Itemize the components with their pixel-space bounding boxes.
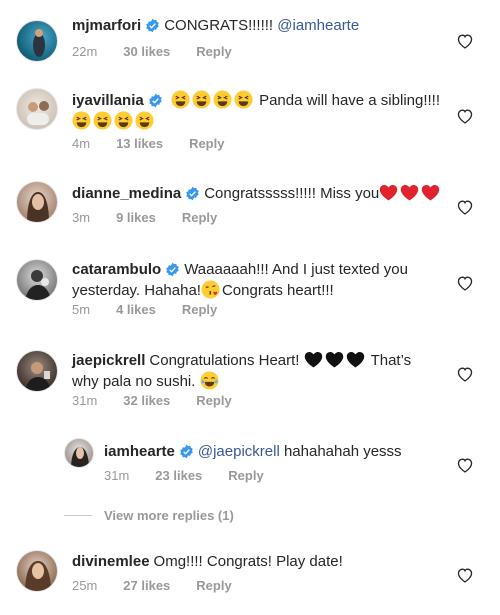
reply-button[interactable]: Reply — [196, 393, 231, 408]
username[interactable]: mjmarfori — [72, 17, 141, 34]
avatar[interactable] — [16, 259, 58, 301]
laughing-emoji-group — [72, 111, 156, 130]
comment-meta: 5m 4 likes Reply — [72, 302, 243, 317]
comment-body: Omg!!!! Congrats! Play date! — [153, 553, 343, 570]
avatar[interactable] — [16, 350, 58, 392]
comment-text: dianne_medina Congratsssss!!!!! Miss you — [72, 183, 442, 204]
comment-body: Waaaaaah!!! And I just texted you — [184, 261, 408, 278]
comment-text: divinemlee Omg!!!! Congrats! Play date! — [72, 551, 343, 572]
timestamp[interactable]: 22m — [72, 44, 97, 59]
comment-body: Congratulations Heart! — [149, 352, 300, 369]
avatar[interactable] — [16, 20, 58, 62]
heart-outline-icon[interactable] — [456, 199, 474, 215]
timestamp[interactable]: 25m — [72, 578, 97, 593]
reply-button[interactable]: Reply — [196, 578, 231, 593]
laughing-emoji-icon — [72, 111, 91, 130]
divider — [64, 515, 92, 516]
laughing-emoji-icon — [114, 111, 133, 130]
avatar[interactable] — [16, 181, 58, 223]
likes-count[interactable]: 13 likes — [116, 136, 163, 151]
red-heart-emoji-group — [379, 184, 442, 202]
username[interactable]: iamhearte — [104, 443, 175, 460]
timestamp[interactable]: 31m — [104, 468, 129, 483]
heart-outline-icon[interactable] — [456, 275, 474, 291]
heart-outline-icon[interactable] — [456, 567, 474, 583]
laughing-emoji-icon — [192, 90, 211, 109]
reply-button[interactable]: Reply — [196, 44, 231, 59]
username[interactable]: dianne_medina — [72, 185, 181, 202]
laughing-emoji-icon — [213, 90, 232, 109]
comment-text: jaepickrell Congratulations Heart! That’s… — [72, 350, 452, 392]
black-heart-icon — [325, 351, 343, 368]
comment-body: CONGRATS!!!!!! — [164, 17, 274, 34]
comment-text: iyavillania Panda will have a sibling!!!… — [72, 90, 452, 132]
verified-badge-icon — [146, 18, 159, 33]
heart-outline-icon[interactable] — [456, 108, 474, 124]
timestamp[interactable]: 4m — [72, 136, 90, 151]
tears-of-joy-emoji-icon — [200, 371, 219, 390]
comment-body: Panda will have a sibling!!!! — [259, 92, 440, 109]
black-heart-icon — [346, 351, 364, 368]
avatar[interactable] — [16, 550, 58, 592]
heart-outline-icon[interactable] — [456, 33, 474, 49]
verified-badge-icon — [148, 93, 162, 108]
verified-badge-icon — [166, 262, 179, 277]
comment-body: why pala no sushi. — [72, 373, 196, 390]
heart-outline-icon[interactable] — [456, 366, 474, 382]
username[interactable]: catarambulo — [72, 261, 161, 278]
timestamp[interactable]: 3m — [72, 210, 90, 225]
likes-count[interactable]: 23 likes — [155, 468, 202, 483]
comment-meta: 25m 27 likes Reply — [72, 578, 258, 593]
laughing-emoji-icon — [234, 90, 253, 109]
view-more-replies-button[interactable]: View more replies (1) — [64, 508, 234, 523]
kissing-face-emoji-icon — [201, 280, 220, 299]
black-heart-icon — [304, 351, 322, 368]
comment-meta: 3m 9 likes Reply — [72, 210, 243, 225]
comment-meta: 22m 30 likes Reply — [72, 44, 258, 59]
reply-button[interactable]: Reply — [228, 468, 263, 483]
avatar[interactable] — [64, 438, 94, 468]
comment-text: iamhearte @jaepickrell hahahahah yesss — [104, 441, 402, 462]
red-heart-icon — [401, 184, 419, 201]
username[interactable]: jaepickrell — [72, 352, 145, 369]
comment-text: catarambulo Waaaaaah!!! And I just texted… — [72, 259, 452, 301]
reply-button[interactable]: Reply — [182, 302, 217, 317]
mention-link[interactable]: @iamhearte — [277, 17, 359, 34]
avatar[interactable] — [16, 88, 58, 130]
verified-badge-icon — [186, 186, 199, 201]
laughing-emoji-group — [171, 90, 259, 109]
comment-meta: 4m 13 likes Reply — [72, 136, 250, 151]
red-heart-icon — [422, 184, 440, 201]
view-more-label: View more replies (1) — [104, 508, 234, 523]
laughing-emoji-icon — [93, 111, 112, 130]
comment-body: yesterday. Hahaha! — [72, 282, 201, 299]
username[interactable]: divinemlee — [72, 553, 150, 570]
reply-button[interactable]: Reply — [189, 136, 224, 151]
heart-outline-icon[interactable] — [456, 457, 474, 473]
likes-count[interactable]: 9 likes — [116, 210, 156, 225]
red-heart-icon — [380, 184, 398, 201]
likes-count[interactable]: 30 likes — [123, 44, 170, 59]
comment-body: Congrats heart!!! — [221, 282, 334, 299]
comment-text: mjmarfori CONGRATS!!!!!! @iamhearte — [72, 15, 359, 36]
mention-link[interactable]: @jaepickrell — [198, 443, 280, 460]
comment-body: hahahahah yesss — [283, 443, 402, 460]
comment-body: Congratsssss!!!!! Miss you — [204, 185, 380, 202]
timestamp[interactable]: 31m — [72, 393, 97, 408]
comment-meta: 31m 23 likes Reply — [104, 468, 290, 483]
likes-count[interactable]: 4 likes — [116, 302, 156, 317]
username[interactable]: iyavillania — [72, 92, 144, 109]
timestamp[interactable]: 5m — [72, 302, 90, 317]
comment-meta: 31m 32 likes Reply — [72, 393, 258, 408]
verified-badge-icon — [180, 444, 193, 459]
likes-count[interactable]: 27 likes — [123, 578, 170, 593]
likes-count[interactable]: 32 likes — [123, 393, 170, 408]
laughing-emoji-icon — [171, 90, 190, 109]
reply-button[interactable]: Reply — [182, 210, 217, 225]
comment-body: That’s — [370, 352, 412, 369]
laughing-emoji-icon — [135, 111, 154, 130]
black-heart-emoji-group — [304, 351, 367, 369]
